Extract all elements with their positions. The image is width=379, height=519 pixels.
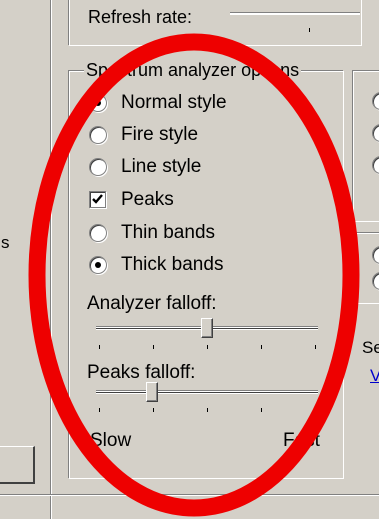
normal-style-label[interactable]: Normal style	[121, 92, 227, 114]
right-partial-link[interactable]: V	[370, 365, 379, 387]
right-partial-label: Se	[362, 338, 379, 357]
analyzer-tick	[315, 345, 316, 349]
peaks-tick	[207, 408, 208, 412]
refresh-rate-label: Refresh rate:	[88, 7, 193, 27]
peaks-tick	[153, 408, 154, 412]
left-partial-label: s	[1, 233, 10, 252]
analyzer-tick	[153, 345, 154, 349]
fast-label: Fast	[283, 430, 320, 451]
slow-label: Slow	[90, 430, 132, 451]
normal-style-radio[interactable]	[89, 94, 107, 112]
line-style-radio[interactable]	[89, 158, 107, 176]
line-style-label[interactable]: Line style	[121, 156, 201, 178]
peaks-falloff-label: Peaks falloff:	[87, 362, 196, 383]
analyzer-falloff-label: Analyzer falloff:	[87, 293, 217, 314]
left-partial-button[interactable]	[0, 446, 35, 484]
peaks-falloff-thumb[interactable]	[145, 382, 158, 402]
thick-bands-radio[interactable]	[89, 256, 107, 274]
fire-style-label[interactable]: Fire style	[121, 124, 198, 146]
checkmark-icon	[92, 194, 103, 204]
analyzer-tick	[207, 345, 208, 349]
peaks-tick	[315, 408, 316, 412]
thin-bands-label[interactable]: Thin bands	[121, 222, 215, 244]
page-bottom-edge-hl	[0, 495, 379, 496]
page-outer-frame-shadow	[50, 0, 51, 519]
peaks-tick	[99, 408, 100, 412]
refresh-tick	[309, 28, 310, 32]
analyzer-tick	[261, 345, 262, 349]
peaks-label[interactable]: Peaks	[121, 189, 174, 211]
fire-style-radio[interactable]	[89, 126, 107, 144]
peaks-falloff-track[interactable]	[96, 390, 318, 394]
refresh-rate-slider-track[interactable]	[230, 12, 360, 15]
peaks-tick	[261, 408, 262, 412]
right-lower-group-box	[352, 232, 379, 303]
page-outer-frame	[51, 0, 52, 519]
analyzer-falloff-thumb[interactable]	[201, 318, 213, 338]
thick-bands-label[interactable]: Thick bands	[121, 254, 223, 276]
thin-bands-radio[interactable]	[89, 224, 107, 242]
peaks-checkbox[interactable]	[89, 191, 106, 208]
spectrum-group-label: Spectrum analyzer options	[84, 59, 302, 81]
analyzer-tick	[99, 345, 100, 349]
